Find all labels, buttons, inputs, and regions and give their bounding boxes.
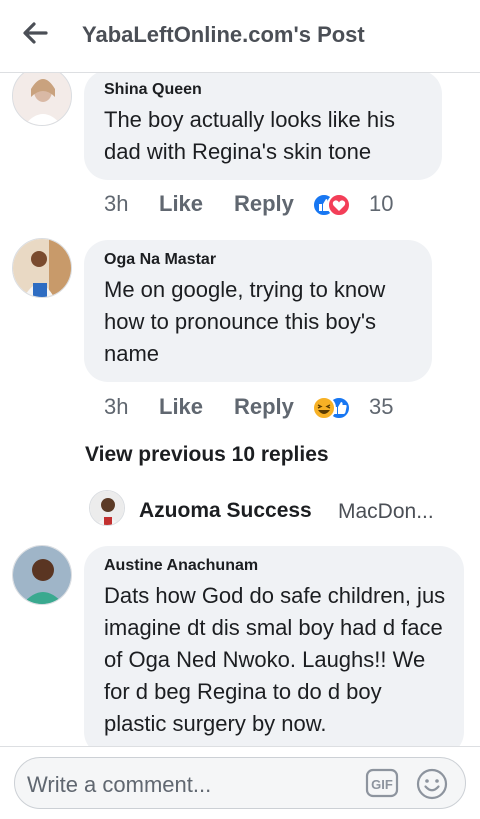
comment-text: Dats how God do safe children, jus imagi…: [104, 583, 446, 736]
comment-bubble[interactable]: Oga Na Mastar Me on google, trying to kn…: [84, 240, 432, 382]
reply-preview[interactable]: Azuoma Success MacDon...: [89, 490, 469, 530]
reaction-count[interactable]: 35: [369, 392, 393, 422]
gif-icon[interactable]: GIF: [365, 767, 399, 799]
reply-button[interactable]: Reply: [234, 189, 294, 219]
comment-time: 3h: [104, 394, 129, 419]
comment-time: 3h: [104, 191, 129, 216]
comment-text: The boy actually looks like his dad with…: [104, 107, 396, 164]
reply-snippet: MacDon...: [338, 500, 434, 523]
comment-text: Me on google, trying to know how to pron…: [104, 277, 386, 366]
top-bar: YabaLeftOnline.com's Post: [0, 0, 480, 73]
comment-composer: Write a comment... GIF: [0, 746, 480, 819]
comment-actions: 3h Like Reply 35: [104, 392, 434, 422]
view-previous-replies-link[interactable]: View previous 10 replies: [85, 443, 329, 467]
like-button[interactable]: Like: [159, 392, 203, 422]
reply-button[interactable]: Reply: [234, 392, 294, 422]
emoji-icon[interactable]: [415, 767, 449, 801]
gif-label: GIF: [371, 777, 393, 792]
avatar[interactable]: [12, 238, 72, 298]
reaction-count[interactable]: 10: [369, 189, 393, 219]
reactions-summary[interactable]: [312, 193, 352, 217]
comment-input[interactable]: Write a comment... GIF: [14, 757, 466, 809]
comment-actions: 3h Like Reply 10: [104, 189, 434, 219]
avatar[interactable]: [89, 490, 125, 526]
comment-input-placeholder: Write a comment...: [27, 772, 212, 797]
like-button[interactable]: Like: [159, 189, 203, 219]
comment-author[interactable]: Shina Queen: [104, 80, 424, 100]
comment-bubble[interactable]: Austine Anachunam Dats how God do safe c…: [84, 546, 464, 756]
comment-author[interactable]: Austine Anachunam: [104, 556, 446, 576]
reactions-summary[interactable]: [312, 396, 352, 420]
reply-author[interactable]: Azuoma Success: [139, 499, 312, 523]
comment-author[interactable]: Oga Na Mastar: [104, 250, 414, 270]
comment-bubble[interactable]: Shina Queen The boy actually looks like …: [84, 70, 442, 180]
avatar[interactable]: [12, 66, 72, 126]
avatar[interactable]: [12, 545, 72, 605]
post-title: YabaLeftOnline.com's Post: [82, 22, 365, 47]
back-arrow-icon[interactable]: [18, 18, 52, 48]
